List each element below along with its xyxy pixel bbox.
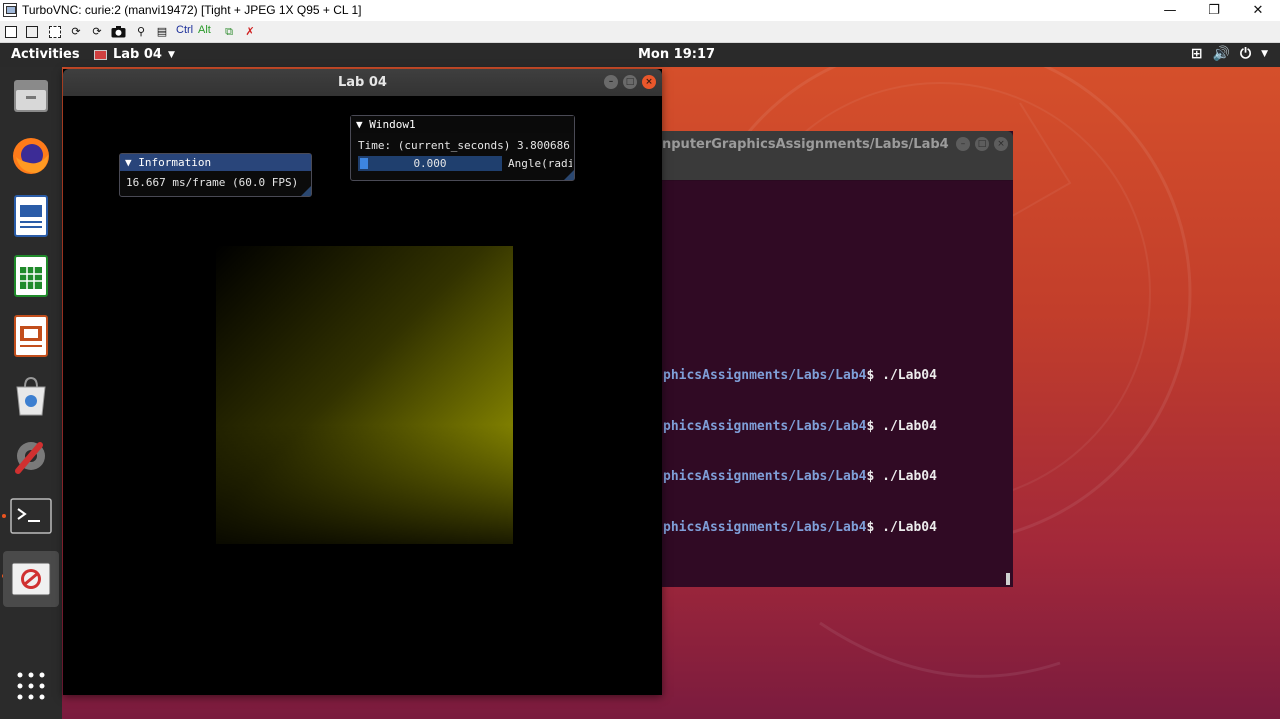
refresh-icon[interactable]: ⟳ (68, 24, 84, 39)
network-icon: ⊞ (1190, 46, 1203, 62)
vnc-window-title: TurboVNC: curie:2 (manvi19472) [Tight + … (22, 3, 362, 17)
lossless-refresh-icon[interactable]: ⟳ (89, 24, 105, 39)
restore-button[interactable]: ❐ (1192, 0, 1236, 21)
turbovnc-app-icon[interactable] (3, 3, 17, 17)
terminal-line: phicsAssignments/Labs/Lab4$ ./Lab04 (663, 520, 937, 535)
chevron-down-icon: ▼ (167, 49, 175, 60)
disconnect-icon[interactable]: ✗ (242, 24, 258, 39)
power-icon: ⏻ (1240, 46, 1252, 62)
alt-key-button[interactable]: Alt (198, 24, 211, 36)
volume-icon: 🔊 (1212, 46, 1230, 62)
terminal-line: phicsAssignments/Labs/Lab4$ ./Lab04 (663, 419, 937, 434)
rendered-gradient-square (216, 246, 513, 544)
connection-info-icon[interactable] (24, 24, 40, 39)
close-button[interactable]: ✕ (1236, 0, 1280, 21)
angle-slider[interactable]: 0.000 (358, 156, 502, 171)
lab04-icon[interactable] (3, 551, 59, 607)
terminal-title: nputerGraphicsAssignments/Labs/Lab4 (662, 137, 949, 152)
clock[interactable]: Mon 19:17 (638, 47, 715, 62)
gnome-top-bar: Activities Lab 04 ▼ Mon 19:17 ⊞ 🔊 ⏻ ▼ (0, 43, 1280, 67)
desktop: Activities Lab 04 ▼ Mon 19:17 ⊞ 🔊 ⏻ ▼ np… (0, 43, 1280, 719)
lab04-maximize-button[interactable]: □ (623, 75, 637, 89)
resize-grip[interactable] (301, 186, 311, 196)
writer-icon[interactable] (8, 193, 54, 239)
lab04-close-button[interactable]: × (642, 75, 656, 89)
lab04-titlebar[interactable]: Lab 04 – □ × (63, 69, 662, 96)
files-icon[interactable] (8, 73, 54, 119)
terminal-line: phicsAssignments/Labs/Lab4$ ./Lab04 (663, 368, 937, 383)
window1-panel-title[interactable]: ▼ Window1 (351, 116, 574, 133)
resize-grip[interactable] (564, 170, 574, 180)
activities-button[interactable]: Activities (11, 47, 80, 62)
system-tray[interactable]: ⊞ 🔊 ⏻ ▼ (1191, 46, 1268, 62)
dock (0, 67, 62, 719)
terminal-close-button[interactable]: × (994, 137, 1008, 151)
firefox-icon[interactable] (8, 133, 54, 179)
vnc-titlebar: TurboVNC: curie:2 (manvi19472) [Tight + … (0, 0, 1280, 21)
terminal-output[interactable]: phicsAssignments/Labs/Lab4$ ./Lab04 phic… (662, 181, 1013, 587)
terminal-minimize-button[interactable]: – (956, 137, 970, 151)
lab04-title: Lab 04 (338, 75, 387, 90)
app-menu-label: Lab 04 (113, 47, 162, 62)
app-window-icon (94, 49, 107, 60)
chevron-down-icon: ▼ (1261, 49, 1268, 59)
show-apps-icon[interactable] (8, 663, 54, 709)
vnc-toolbar: ⟳ ⟳ ⚲ ▤ Ctrl Alt ⧉ ✗ (0, 21, 1280, 43)
imgui-window1-panel[interactable]: ▼ Window1 Time: (current_seconds) 3.8006… (350, 115, 575, 181)
fullscreen-icon[interactable] (47, 24, 63, 39)
time-readout: Time: (current_seconds) 3.800686 (358, 139, 570, 152)
zoom-icon[interactable]: ⚲ (133, 24, 149, 39)
angle-slider-value: 0.000 (413, 157, 447, 170)
connection-options-icon[interactable] (3, 24, 19, 39)
opengl-canvas[interactable]: ▼ Information 16.667 ms/frame (60.0 FPS)… (63, 96, 662, 695)
terminal-titlebar[interactable]: nputerGraphicsAssignments/Labs/Lab4 – □ … (662, 131, 1013, 181)
terminal-window[interactable]: nputerGraphicsAssignments/Labs/Lab4 – □ … (662, 131, 1013, 587)
ctrl-key-button[interactable]: Ctrl (176, 24, 193, 36)
fps-readout: 16.667 ms/frame (60.0 FPS) (126, 176, 299, 189)
calc-icon[interactable] (8, 253, 54, 299)
clipboard-icon[interactable]: ⧉ (221, 24, 237, 39)
app-menu[interactable]: Lab 04 ▼ (94, 47, 175, 62)
software-icon[interactable] (8, 373, 54, 419)
terminal-line: phicsAssignments/Labs/Lab4$ ./Lab04 (663, 469, 937, 484)
ctrl-alt-del-icon[interactable]: ▤ (154, 24, 170, 39)
settings-icon[interactable] (8, 433, 54, 479)
screenshot-icon[interactable] (110, 24, 126, 39)
information-panel-title[interactable]: ▼ Information (120, 154, 311, 171)
impress-icon[interactable] (8, 313, 54, 359)
lab04-window[interactable]: Lab 04 – □ × ▼ Information 16.667 ms/fra… (63, 69, 662, 695)
terminal-maximize-button[interactable]: □ (975, 137, 989, 151)
imgui-information-panel[interactable]: ▼ Information 16.667 ms/frame (60.0 FPS) (119, 153, 312, 197)
terminal-scrollbar[interactable] (1006, 573, 1010, 585)
lab04-minimize-button[interactable]: – (604, 75, 618, 89)
terminal-icon[interactable] (8, 493, 54, 539)
minimize-button[interactable]: — (1148, 0, 1192, 21)
angle-slider-label: Angle(radi (508, 157, 572, 170)
running-indicator (2, 514, 6, 518)
